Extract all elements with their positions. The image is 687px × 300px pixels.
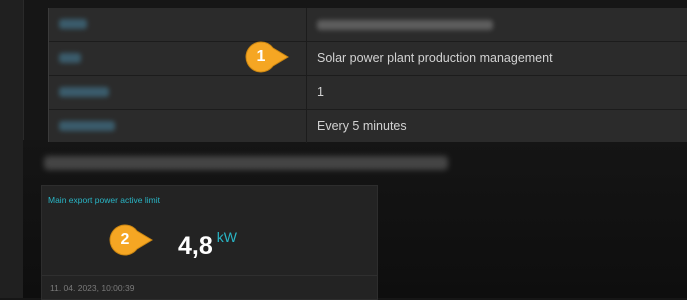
- callout-marker-1: 1: [244, 41, 290, 73]
- power-value: 4,8: [178, 232, 213, 260]
- info-table: Solar power plant production management …: [48, 8, 687, 143]
- widget-value: 4,8 kW: [178, 229, 237, 261]
- callout-marker-2: 2: [108, 224, 154, 256]
- row-key-redacted: [49, 8, 307, 41]
- row-value-redacted: [317, 8, 493, 41]
- table-row: Every 5 minutes: [49, 110, 687, 143]
- row-value: 1: [317, 85, 324, 99]
- row-value: Every 5 minutes: [317, 119, 407, 133]
- table-row: 1: [49, 76, 687, 110]
- left-sidebar: [0, 0, 24, 298]
- row-value: Solar power plant production management: [317, 51, 553, 65]
- row-key-redacted: [49, 110, 307, 143]
- power-limit-widget[interactable]: Main export power active limit 4,8 kW 11.…: [41, 185, 378, 300]
- power-unit: kW: [216, 229, 237, 245]
- callout-label: 1: [256, 48, 266, 65]
- widget-timestamp: 11. 04. 2023, 10:00:39: [50, 283, 135, 293]
- table-row: [49, 8, 687, 42]
- callout-label: 2: [120, 231, 130, 248]
- table-row: Solar power plant production management: [49, 42, 687, 76]
- widget-divider: [42, 275, 377, 276]
- row-key-redacted: [49, 76, 307, 109]
- section-heading-redacted: [44, 156, 448, 170]
- widget-title: Main export power active limit: [48, 195, 160, 205]
